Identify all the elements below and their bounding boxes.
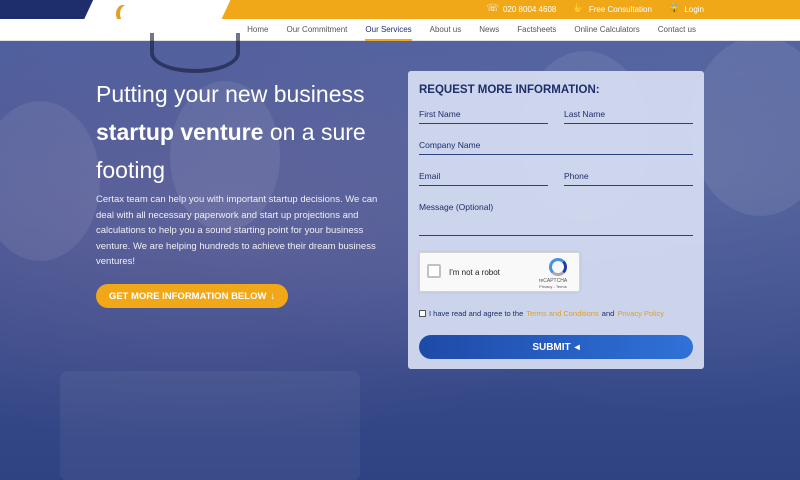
last-name-field[interactable]: Last Name [564, 109, 693, 124]
headline-bold: startup venture [96, 119, 264, 145]
company-name-field[interactable]: Company Name [419, 140, 693, 155]
phone-icon: ☏ [486, 3, 499, 14]
recaptcha-checkbox[interactable] [427, 264, 441, 278]
recaptcha-widget: I'm not a robot reCAPTCHA Privacy - Term… [419, 252, 580, 292]
headline-line-1: Putting your new business [96, 81, 365, 107]
nav-item-about-us[interactable]: About us [430, 25, 462, 41]
message-field[interactable]: Message (Optional) [419, 202, 693, 236]
arrow-down-icon: ↓ [270, 290, 276, 302]
request-info-form: REQUEST MORE INFORMATION: First Name Las… [408, 71, 704, 369]
terms-link[interactable]: Terms and Conditions [526, 309, 599, 318]
phone-field[interactable]: Phone [564, 171, 693, 186]
recaptcha-icon [549, 258, 567, 276]
background-person-shape [690, 36, 800, 216]
nav-item-our-commitment[interactable]: Our Commitment [287, 25, 348, 41]
nav-item-online-calculators[interactable]: Online Calculators [574, 25, 639, 41]
get-more-info-button[interactable]: GET MORE INFORMATION BELOW ↓ [96, 284, 288, 308]
free-consultation-link[interactable]: ✋ Free Consultation [572, 3, 652, 15]
hero-description: Certax team can help you with important … [96, 194, 378, 267]
recaptcha-terms[interactable]: Privacy - Terms [533, 284, 573, 289]
cta-label: GET MORE INFORMATION BELOW [108, 290, 267, 302]
agree-prefix: I have read and agree to the [429, 309, 524, 318]
send-icon: ◂ [574, 341, 580, 353]
free-consultation-label: Free Consultation [588, 4, 652, 14]
wall-clock-shape [150, 33, 240, 73]
headline-line-2-rest: on a sure [263, 119, 366, 145]
email-field[interactable]: Email [419, 171, 548, 186]
agree-and: and [601, 309, 615, 318]
background-person-shape [0, 101, 100, 261]
nav-item-our-services[interactable]: Our Services [365, 25, 412, 41]
phone-number: 020 8004 4608 [502, 4, 557, 14]
login-link[interactable]: 🔒 Login [668, 3, 704, 15]
background-laptop-shape [60, 371, 360, 480]
form-title: REQUEST MORE INFORMATION: [419, 84, 600, 96]
login-label: Login [684, 4, 704, 14]
headline-line-3: footing [96, 157, 166, 183]
top-links: ☏ 020 8004 4608 ✋ Free Consultation 🔒 Lo… [486, 3, 704, 15]
nav-item-factsheets[interactable]: Factsheets [517, 25, 556, 41]
submit-button[interactable]: SUBMIT ◂ [419, 335, 693, 359]
main-nav: Home Our Commitment Our Services About u… [0, 19, 800, 41]
first-name-field[interactable]: First Name [419, 109, 548, 124]
submit-label: SUBMIT [532, 341, 571, 353]
lock-icon: 🔒 [667, 3, 681, 14]
agree-row: I have read and agree to the Terms and C… [419, 309, 664, 318]
nav-item-contact-us[interactable]: Contact us [658, 25, 696, 41]
privacy-link[interactable]: Privacy Policy [617, 309, 664, 318]
handshake-icon: ✋ [572, 3, 585, 14]
hero-headline: Putting your new business startup ventur… [96, 75, 406, 189]
nav-item-news[interactable]: News [479, 25, 499, 41]
agree-checkbox[interactable] [419, 310, 426, 317]
recaptcha-label: I'm not a robot [449, 268, 500, 277]
nav-item-home[interactable]: Home [247, 25, 268, 41]
phone-link[interactable]: ☏ 020 8004 4608 [486, 3, 556, 15]
